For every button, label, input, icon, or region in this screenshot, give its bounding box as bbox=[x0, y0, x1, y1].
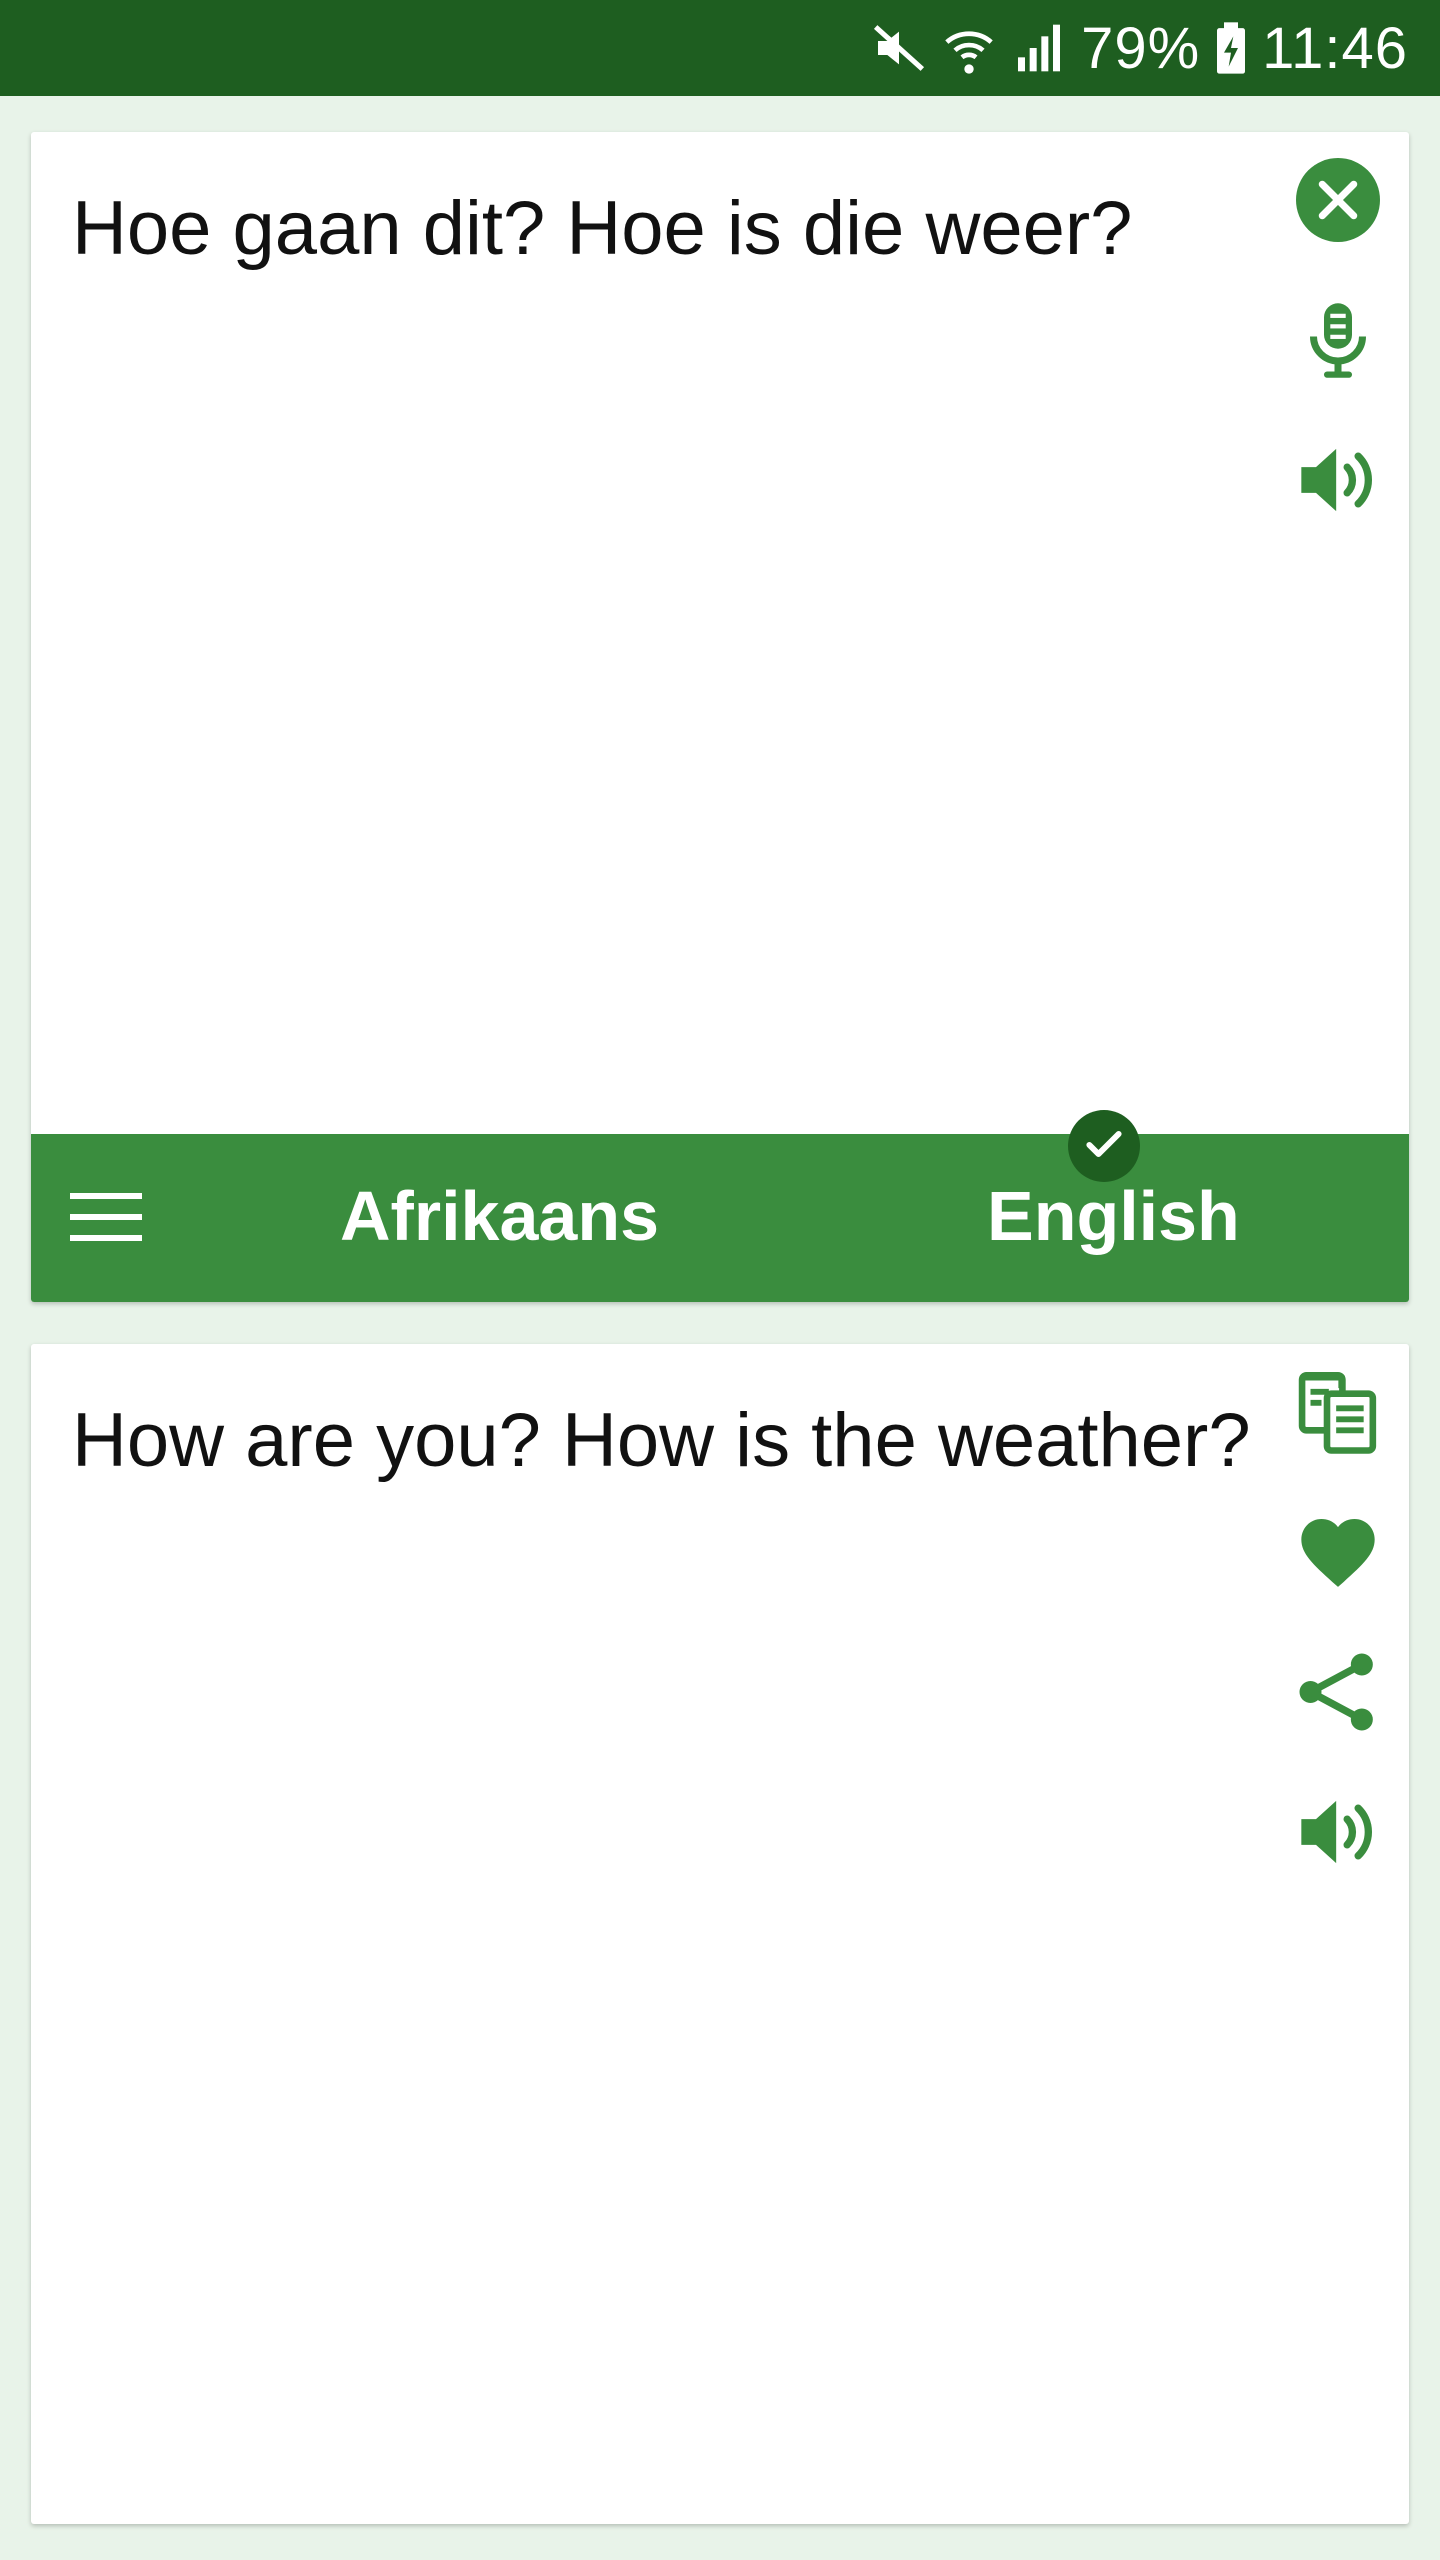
clear-button[interactable] bbox=[1290, 152, 1386, 248]
signal-icon bbox=[1011, 20, 1067, 76]
speak-translation-button[interactable] bbox=[1290, 1784, 1386, 1880]
status-indicators: 79% 11:46 bbox=[871, 0, 1408, 96]
source-text-input[interactable]: Hoe gaan dit? Hoe is die weer? bbox=[72, 182, 1252, 276]
share-icon bbox=[1294, 1648, 1382, 1736]
translation-text: How are you? How is the weather? bbox=[72, 1398, 1251, 1483]
battery-charging-icon bbox=[1214, 20, 1248, 76]
favorite-button[interactable] bbox=[1290, 1504, 1386, 1600]
speak-source-button[interactable] bbox=[1290, 432, 1386, 528]
microphone-icon bbox=[1296, 298, 1380, 382]
clock: 11:46 bbox=[1262, 15, 1408, 81]
target-language-button[interactable]: English bbox=[987, 1176, 1240, 1256]
speaker-icon bbox=[1294, 1788, 1382, 1876]
microphone-button[interactable] bbox=[1290, 292, 1386, 388]
battery-percent: 79% bbox=[1081, 15, 1201, 81]
selected-language-badge bbox=[1068, 1110, 1140, 1182]
copy-button[interactable] bbox=[1290, 1364, 1386, 1460]
source-card: Hoe gaan dit? Hoe is die weer? Afrikaans… bbox=[31, 132, 1409, 1302]
source-language-button[interactable]: Afrikaans bbox=[340, 1176, 659, 1256]
copy-icon bbox=[1294, 1368, 1382, 1456]
status-bar: 79% 11:46 bbox=[0, 0, 1440, 96]
check-icon bbox=[1082, 1122, 1126, 1171]
language-bar: Afrikaans English bbox=[31, 1110, 1409, 1302]
speaker-icon bbox=[1294, 436, 1382, 524]
favorite-icon bbox=[1294, 1508, 1382, 1596]
wifi-icon bbox=[941, 20, 997, 76]
clear-icon bbox=[1296, 158, 1380, 242]
target-card: How are you? How is the weather? bbox=[31, 1344, 1409, 2524]
mute-icon bbox=[871, 20, 927, 76]
share-button[interactable] bbox=[1290, 1644, 1386, 1740]
menu-icon bbox=[68, 1187, 144, 1252]
menu-button[interactable] bbox=[61, 1174, 151, 1264]
